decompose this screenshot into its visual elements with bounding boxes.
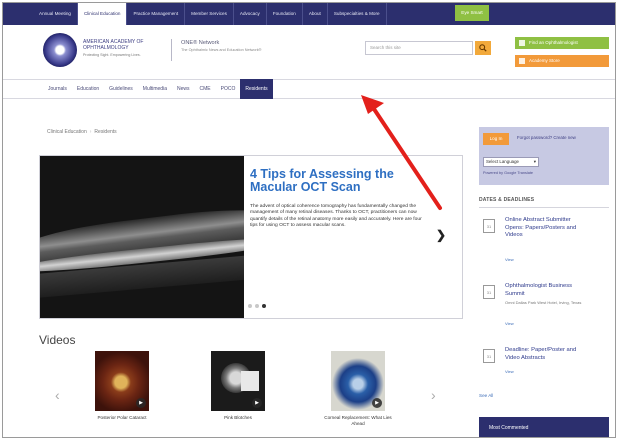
chevron-right-icon: › — [431, 387, 436, 403]
topnav-practice-management[interactable]: Practice Management — [127, 3, 186, 25]
breadcrumb-separator: › — [89, 129, 92, 135]
academy-store-button[interactable]: Academy Store — [515, 55, 609, 67]
subnav-cme[interactable]: CME — [195, 79, 216, 99]
topnav-foundation[interactable]: Foundation — [267, 3, 303, 25]
subnav-education[interactable]: Education — [72, 79, 104, 99]
deadline-title[interactable]: Ophthalmologist Business Summit — [505, 283, 587, 298]
breadcrumb: Clinical Education › Residents — [47, 129, 117, 135]
divider — [479, 207, 609, 208]
subnav-guidelines[interactable]: Guidelines — [104, 79, 138, 99]
login-panel: Log In Forgot password? Create new Selec… — [479, 127, 609, 185]
chevron-down-icon: ▾ — [533, 159, 536, 164]
calendar-icon: 31 — [483, 219, 495, 233]
language-select-value: Select Language — [486, 159, 519, 164]
chevron-right-icon: ❯ — [436, 228, 447, 242]
find-ophthalmologist-button[interactable]: Find an Ophthalmologist — [515, 37, 609, 49]
network-tagline: The Ophthalmic News and Education Networ… — [181, 48, 262, 52]
sub-nav: Journals Education Guidelines Multimedia… — [3, 79, 615, 99]
eyesmart-button[interactable]: Eye Smart — [455, 5, 489, 21]
cart-icon — [519, 58, 525, 64]
carousel-dot[interactable] — [255, 304, 259, 308]
magnifier-icon — [479, 44, 487, 52]
video-caption[interactable]: Pink Blotches — [198, 415, 278, 421]
see-all-link[interactable]: See All — [479, 393, 493, 398]
topnav-clinical-education[interactable]: Clinical Education — [77, 3, 128, 25]
browser-page: Annual Meeting Clinical Education Practi… — [2, 2, 616, 438]
search-input[interactable]: Search this site — [365, 41, 473, 55]
video-thumbnail[interactable]: ▶ — [95, 351, 149, 411]
subnav-residents[interactable]: Residents — [240, 79, 273, 99]
logo-text[interactable]: AMERICAN ACADEMY OF OPHTHALMOLOGY Protec… — [83, 39, 161, 58]
powered-by-translate[interactable]: Powered by Google Translate — [483, 171, 533, 175]
chevron-left-icon: ‹ — [55, 387, 60, 403]
topnav-subspecialties[interactable]: Subspecialties & More — [328, 3, 387, 25]
play-icon: ▶ — [136, 398, 146, 408]
language-select[interactable]: Select Language ▾ — [483, 157, 539, 167]
network-name: ONE® Network — [181, 40, 220, 46]
deadline-view-link[interactable]: View — [505, 321, 514, 326]
video-caption[interactable]: Corneal Replacement: What Lies Ahead — [318, 415, 398, 426]
logo-divider — [171, 39, 172, 61]
forgot-password-link[interactable]: Forgot password? Create new — [517, 135, 576, 140]
video-caption[interactable]: Posterior Polar Cataract — [82, 415, 162, 421]
find-ophthalmologist-label: Find an Ophthalmologist — [529, 40, 578, 45]
videos-prev-button[interactable]: ‹ — [55, 387, 60, 403]
carousel-dot-active[interactable] — [262, 304, 266, 308]
academy-store-label: Academy Store — [529, 58, 560, 63]
topnav-about[interactable]: About — [303, 3, 328, 25]
login-button[interactable]: Log In — [483, 133, 509, 145]
videos-next-button[interactable]: › — [431, 387, 436, 403]
logo-tagline: Protecting Sight. Empowering Lives. — [83, 53, 141, 57]
most-commented-tab[interactable]: Most Commented — [479, 417, 609, 437]
topnav-annual-meeting[interactable]: Annual Meeting — [33, 3, 78, 25]
deadline-view-link[interactable]: View — [505, 257, 514, 262]
videos-heading: Videos — [39, 333, 76, 347]
carousel-next-button[interactable]: ❯ — [436, 228, 446, 242]
logo-title: AMERICAN ACADEMY OF OPHTHALMOLOGY — [83, 39, 144, 51]
top-nav: Annual Meeting Clinical Education Practi… — [3, 3, 615, 25]
play-icon: ▶ — [252, 398, 262, 408]
dates-deadlines-heading: DATES & DEADLINES — [479, 197, 535, 203]
aao-logo[interactable] — [43, 33, 77, 67]
oct-scan-image[interactable] — [40, 156, 244, 318]
video-thumbnail[interactable]: ▶ — [211, 351, 265, 411]
featured-carousel: 4 Tips for Assessing the Macular OCT Sca… — [39, 155, 463, 319]
subnav-journals[interactable]: Journals — [43, 79, 72, 99]
subnav-news[interactable]: News — [172, 79, 195, 99]
breadcrumb-clinical-education[interactable]: Clinical Education — [47, 129, 87, 135]
search-button[interactable] — [475, 41, 491, 55]
featured-title[interactable]: 4 Tips for Assessing the Macular OCT Sca… — [250, 168, 430, 194]
featured-summary: The advent of optical coherence tomograp… — [250, 204, 422, 228]
breadcrumb-residents: Residents — [94, 129, 117, 135]
one-network-title[interactable]: ONE® Network The Ophthalmic News and Edu… — [181, 40, 301, 54]
topnav-member-services[interactable]: Member Services — [185, 3, 234, 25]
carousel-dots — [248, 304, 266, 308]
subnav-poco[interactable]: POCO — [216, 79, 241, 99]
topnav-advocacy[interactable]: Advocacy — [234, 3, 267, 25]
calendar-icon: 31 — [483, 349, 495, 363]
deadline-title[interactable]: Online Abstract Submitter Opens: Papers/… — [505, 217, 587, 240]
play-icon: ▶ — [372, 398, 382, 408]
carousel-dot[interactable] — [248, 304, 252, 308]
subnav-multimedia[interactable]: Multimedia — [138, 79, 172, 99]
deadline-title[interactable]: Deadline: Paper/Poster and Video Abstrac… — [505, 347, 587, 362]
site-header: AMERICAN ACADEMY OF OPHTHALMOLOGY Protec… — [3, 25, 615, 77]
calendar-icon: 31 — [483, 285, 495, 299]
deadline-location: Omni Dallas Park West Hotel, Irving, Tex… — [505, 300, 582, 305]
person-icon — [519, 40, 525, 46]
deadline-view-link[interactable]: View — [505, 369, 514, 374]
video-thumbnail[interactable]: ▶ — [331, 351, 385, 411]
